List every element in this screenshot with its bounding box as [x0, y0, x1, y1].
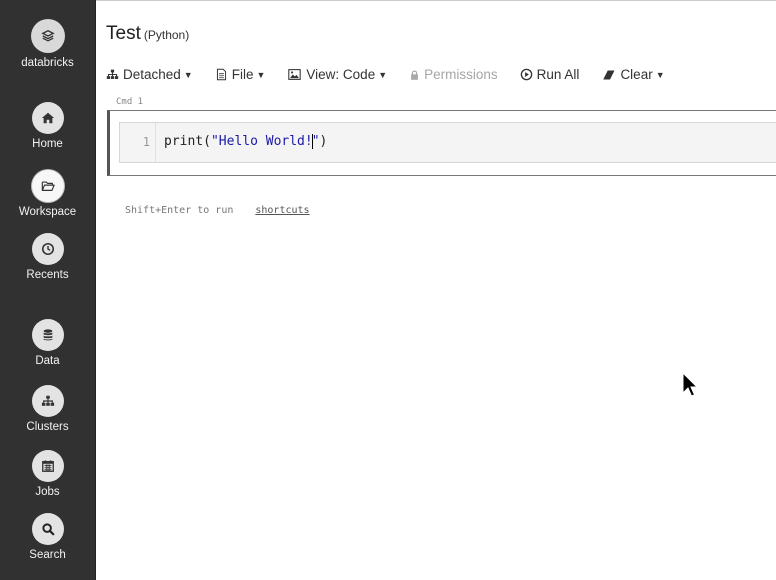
cell-command-label: Cmd 1 — [116, 97, 144, 107]
run-hint-text: Shift+Enter to run — [125, 205, 234, 216]
view-label: View: Code — [306, 67, 376, 82]
databricks-label: databricks — [21, 57, 74, 69]
sidebar-item-home[interactable]: Home — [0, 102, 95, 150]
file-menu-button[interactable]: File ▼ — [215, 67, 266, 82]
sidebar-item-workspace[interactable]: Workspace — [0, 170, 95, 218]
detached-label: Detached — [123, 67, 181, 82]
view-menu-button[interactable]: View: Code ▼ — [287, 67, 387, 82]
sidebar-item-search[interactable]: Search — [0, 513, 95, 561]
home-icon — [31, 102, 64, 134]
image-icon — [288, 69, 302, 80]
permissions-button[interactable]: Permissions — [409, 67, 498, 82]
search-icon — [31, 513, 64, 545]
run-hint: Shift+Enter to run shortcuts — [125, 205, 310, 216]
sidebar-item-clusters[interactable]: Clusters — [0, 385, 95, 433]
caret-down-icon: ▼ — [183, 69, 193, 80]
clear-label: Clear — [620, 67, 653, 82]
permissions-label: Permissions — [424, 67, 498, 82]
sidebar-item-label: Data — [35, 355, 60, 367]
sidebar-item-label: Workspace — [18, 206, 77, 218]
code-line[interactable]: print("Hello World!") — [164, 123, 327, 161]
mouse-pointer-icon — [682, 372, 698, 397]
shortcuts-link[interactable]: shortcuts — [255, 205, 309, 216]
folder-open-icon — [31, 170, 64, 202]
sidebar-item-data[interactable]: Data — [0, 319, 95, 367]
sidebar-item-label: Jobs — [35, 486, 60, 498]
sidebar-item-jobs[interactable]: Jobs — [0, 450, 95, 498]
sidebar-item-label: Home — [32, 138, 63, 150]
sidebar: databricks Home Workspace Recents Data C… — [0, 0, 96, 580]
databricks-logo[interactable]: databricks — [0, 19, 95, 69]
code-string: "Hello World! — [210, 134, 313, 149]
play-circle-icon — [520, 68, 532, 81]
sidebar-item-label: Clusters — [26, 421, 69, 433]
line-number: 1 — [120, 123, 156, 162]
run-all-label: Run All — [536, 67, 580, 82]
calendar-icon — [31, 450, 64, 482]
notebook-language: (Python) — [143, 28, 190, 42]
sidebar-item-label: Search — [29, 549, 66, 561]
code-close-paren: ) — [319, 134, 328, 149]
notebook-cell[interactable]: 1 print("Hello World!") — [107, 110, 776, 176]
code-editor[interactable]: 1 print("Hello World!") — [119, 122, 776, 163]
file-icon — [216, 68, 226, 81]
clear-menu-button[interactable]: Clear ▼ — [601, 67, 665, 82]
eraser-icon — [603, 70, 615, 79]
sidebar-item-recents[interactable]: Recents — [0, 233, 95, 281]
sitemap-icon — [31, 385, 64, 417]
caret-down-icon: ▼ — [256, 69, 266, 80]
caret-down-icon: ▼ — [378, 69, 388, 80]
code-function: print( — [164, 134, 211, 149]
file-label: File — [231, 67, 254, 82]
lock-icon — [411, 70, 419, 80]
notebook-title-wrap: Test (Python) — [106, 23, 189, 45]
code-string-end: " — [311, 134, 320, 149]
databricks-logo-icon — [30, 19, 65, 53]
clock-icon — [31, 233, 64, 265]
notebook-toolbar: Detached ▼ File ▼ View: Code ▼ Permissio… — [106, 67, 687, 82]
database-icon — [31, 319, 64, 351]
run-all-button[interactable]: Run All — [520, 67, 580, 82]
notebook-title[interactable]: Test — [106, 23, 141, 44]
notebook-header: Test (Python) Detached ▼ File ▼ View: Cod… — [96, 0, 776, 89]
cluster-detached-button[interactable]: Detached ▼ — [106, 67, 193, 82]
caret-down-icon: ▼ — [655, 69, 665, 80]
sidebar-item-label: Recents — [26, 269, 69, 281]
sitemap-icon — [106, 69, 119, 79]
